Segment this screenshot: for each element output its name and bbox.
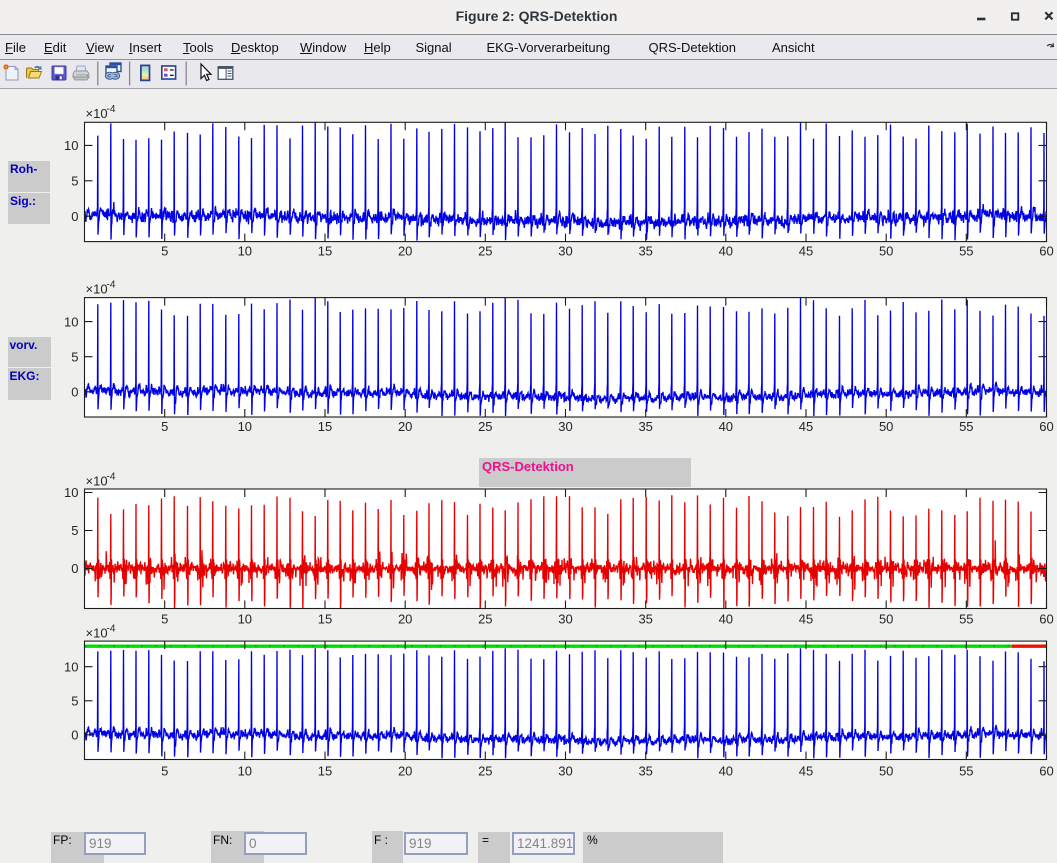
svg-text:25: 25: [478, 419, 492, 434]
svg-text:15: 15: [318, 419, 332, 434]
svg-text:10: 10: [64, 138, 78, 153]
svg-text:40: 40: [719, 764, 733, 779]
svg-text:35: 35: [638, 612, 652, 627]
svg-text:45: 45: [799, 243, 813, 258]
svg-text:-4: -4: [107, 472, 116, 483]
svg-text:×10: ×10: [86, 626, 108, 641]
svg-text:-4: -4: [107, 280, 116, 291]
svg-text:5: 5: [71, 349, 78, 364]
svg-text:50: 50: [879, 243, 893, 258]
svg-text:30: 30: [558, 612, 572, 627]
svg-text:40: 40: [719, 243, 733, 258]
svg-text:15: 15: [318, 612, 332, 627]
svg-text:35: 35: [638, 764, 652, 779]
svg-text:55: 55: [959, 612, 973, 627]
svg-text:25: 25: [478, 764, 492, 779]
svg-text:55: 55: [959, 764, 973, 779]
svg-text:60: 60: [1039, 243, 1053, 258]
svg-text:5: 5: [71, 523, 78, 538]
svg-text:30: 30: [558, 419, 572, 434]
svg-text:35: 35: [638, 243, 652, 258]
svg-text:0: 0: [71, 385, 78, 400]
svg-text:45: 45: [799, 612, 813, 627]
svg-text:35: 35: [638, 419, 652, 434]
svg-text:60: 60: [1039, 419, 1053, 434]
svg-text:20: 20: [398, 419, 412, 434]
svg-text:×10: ×10: [86, 106, 108, 121]
svg-text:10: 10: [64, 314, 78, 329]
svg-text:0: 0: [71, 209, 78, 224]
svg-text:25: 25: [478, 612, 492, 627]
svg-text:0: 0: [71, 728, 78, 743]
svg-text:-4: -4: [107, 624, 116, 635]
svg-text:10: 10: [238, 243, 252, 258]
svg-text:5: 5: [161, 612, 168, 627]
svg-text:40: 40: [719, 612, 733, 627]
svg-text:×10: ×10: [86, 474, 108, 489]
svg-text:30: 30: [558, 243, 572, 258]
svg-text:50: 50: [879, 764, 893, 779]
svg-text:55: 55: [959, 419, 973, 434]
svg-text:40: 40: [719, 419, 733, 434]
svg-text:5: 5: [71, 694, 78, 709]
svg-text:45: 45: [799, 419, 813, 434]
svg-text:60: 60: [1039, 612, 1053, 627]
svg-text:15: 15: [318, 243, 332, 258]
svg-text:×10: ×10: [86, 282, 108, 297]
svg-text:60: 60: [1039, 764, 1053, 779]
svg-text:5: 5: [161, 419, 168, 434]
svg-text:10: 10: [64, 485, 78, 500]
svg-text:15: 15: [318, 764, 332, 779]
svg-text:0: 0: [71, 561, 78, 576]
svg-text:5: 5: [161, 243, 168, 258]
svg-text:50: 50: [879, 419, 893, 434]
svg-text:20: 20: [398, 764, 412, 779]
svg-text:-4: -4: [107, 104, 116, 115]
svg-text:10: 10: [238, 419, 252, 434]
svg-text:55: 55: [959, 243, 973, 258]
svg-text:5: 5: [161, 764, 168, 779]
svg-text:20: 20: [398, 243, 412, 258]
svg-text:20: 20: [398, 612, 412, 627]
svg-text:10: 10: [64, 659, 78, 674]
svg-text:45: 45: [799, 764, 813, 779]
svg-text:50: 50: [879, 612, 893, 627]
svg-text:25: 25: [478, 243, 492, 258]
svg-text:5: 5: [71, 174, 78, 189]
svg-text:30: 30: [558, 764, 572, 779]
svg-text:10: 10: [238, 612, 252, 627]
svg-text:10: 10: [238, 764, 252, 779]
